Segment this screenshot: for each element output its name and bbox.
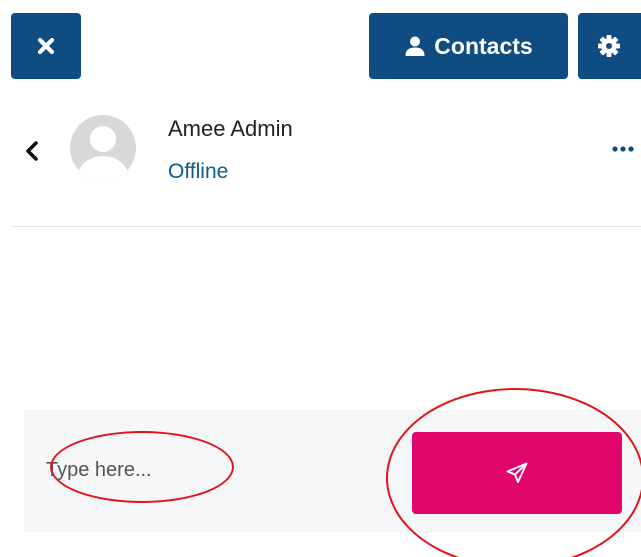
contacts-button-label: Contacts	[434, 32, 533, 59]
header-divider	[11, 226, 641, 227]
chevron-left-icon	[26, 141, 38, 161]
paper-plane-icon	[506, 462, 528, 483]
avatar-head-shape	[90, 126, 116, 152]
conversation-actions-button[interactable]	[606, 132, 640, 166]
contact-status: Offline	[168, 160, 229, 183]
back-button[interactable]	[17, 134, 47, 168]
ellipsis-horizontal-icon	[612, 146, 634, 152]
message-composer	[24, 410, 641, 532]
avatar-body-shape	[78, 156, 128, 181]
times-icon	[37, 37, 55, 55]
messaging-drawer: Contacts Amee Admin Offline	[0, 0, 641, 557]
user-icon	[405, 36, 425, 56]
close-drawer-button[interactable]	[11, 13, 81, 79]
settings-button[interactable]	[578, 13, 641, 79]
contacts-button[interactable]: Contacts	[369, 13, 568, 79]
message-list[interactable]	[11, 228, 641, 410]
gear-icon	[598, 35, 620, 57]
contact-avatar[interactable]	[70, 115, 136, 181]
message-input[interactable]	[46, 450, 376, 490]
contact-name[interactable]: Amee Admin	[168, 116, 293, 142]
send-message-button[interactable]	[412, 432, 622, 514]
